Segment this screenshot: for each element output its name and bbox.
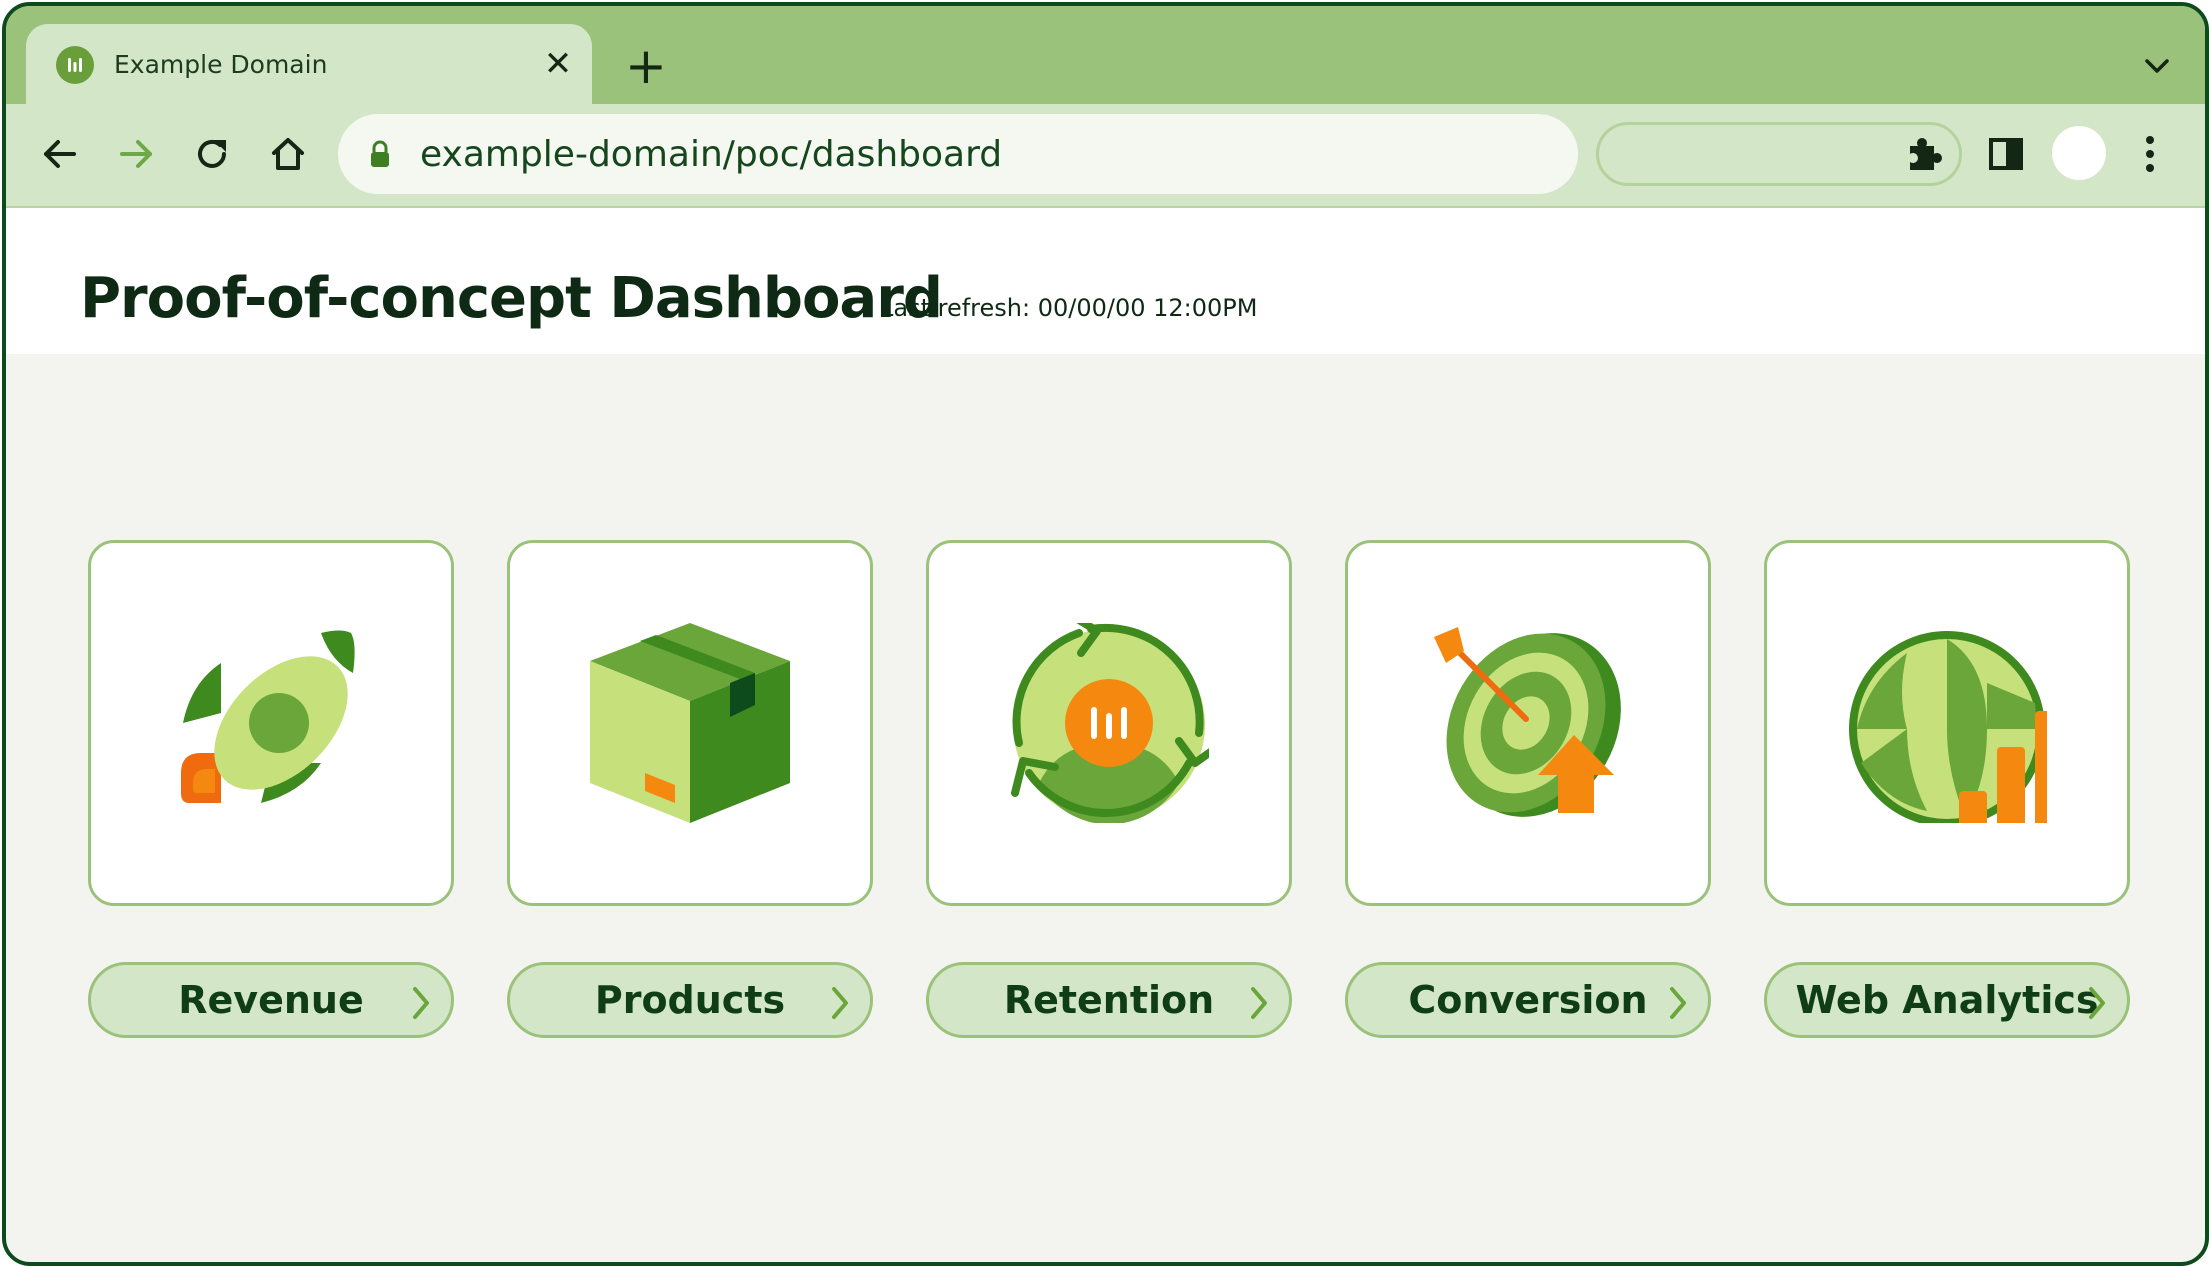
browser-window: Example Domain ✕ + example-domain/poc/da…: [2, 2, 2209, 1266]
page-title: Proof-of-concept Dashboard: [80, 266, 943, 331]
products-button[interactable]: Products: [507, 962, 873, 1038]
chevron-down-icon[interactable]: [2137, 46, 2177, 86]
conversion-label: Conversion: [1408, 978, 1648, 1022]
web-analytics-button[interactable]: Web Analytics: [1764, 962, 2130, 1038]
favicon-icon: [56, 46, 94, 84]
extensions-puzzle-icon[interactable]: [1904, 134, 1944, 174]
products-label: Products: [594, 978, 786, 1022]
globe-analytics-icon: [1849, 631, 2047, 823]
retention-card[interactable]: [926, 540, 1292, 906]
back-arrow-icon[interactable]: [32, 126, 88, 182]
conversion-button[interactable]: Conversion: [1345, 962, 1711, 1038]
forward-arrow-icon[interactable]: [108, 126, 164, 182]
box-icon: [590, 623, 790, 823]
home-icon[interactable]: [260, 126, 316, 182]
url-text[interactable]: example-domain/poc/dashboard: [420, 134, 1002, 175]
retention-button[interactable]: Retention: [926, 962, 1292, 1038]
chevron-right-icon: [1670, 987, 1686, 1019]
revenue-button[interactable]: Revenue: [88, 962, 454, 1038]
new-tab-icon[interactable]: +: [620, 41, 672, 94]
retention-cycle-icon: [1011, 623, 1209, 823]
close-tab-icon[interactable]: ✕: [536, 42, 580, 86]
reload-icon[interactable]: [184, 126, 240, 182]
revenue-label: Revenue: [178, 978, 364, 1022]
last-refresh-label: Last refresh: 00/00/00 12:00PM: [880, 294, 1258, 322]
chevron-right-icon: [1251, 987, 1267, 1019]
tab-strip: Example Domain ✕ +: [6, 6, 2205, 106]
web-analytics-card[interactable]: [1764, 540, 2130, 906]
retention-label: Retention: [1003, 978, 1215, 1022]
more-options-icon[interactable]: [2140, 132, 2160, 176]
page-header: Proof-of-concept Dashboard Last refresh:…: [6, 208, 2205, 354]
address-bar[interactable]: example-domain/poc/dashboard: [338, 114, 1578, 194]
revenue-card[interactable]: [88, 540, 454, 906]
active-tab[interactable]: Example Domain ✕: [26, 24, 592, 106]
chevron-right-icon: [832, 987, 848, 1019]
chevron-right-icon: [413, 987, 429, 1019]
tab-title: Example Domain: [114, 50, 328, 79]
chevron-right-icon: [2089, 987, 2105, 1019]
products-card[interactable]: [507, 540, 873, 906]
side-panel-icon[interactable]: [1986, 134, 2026, 174]
profile-avatar[interactable]: [2052, 126, 2106, 180]
lock-icon: [371, 140, 389, 167]
conversion-card[interactable]: [1345, 540, 1711, 906]
browser-toolbar: example-domain/poc/dashboard: [6, 104, 2205, 206]
web-analytics-label: Web Analytics: [1795, 978, 2099, 1022]
target-icon: [1434, 627, 1621, 817]
rocket-icon: [181, 630, 355, 803]
